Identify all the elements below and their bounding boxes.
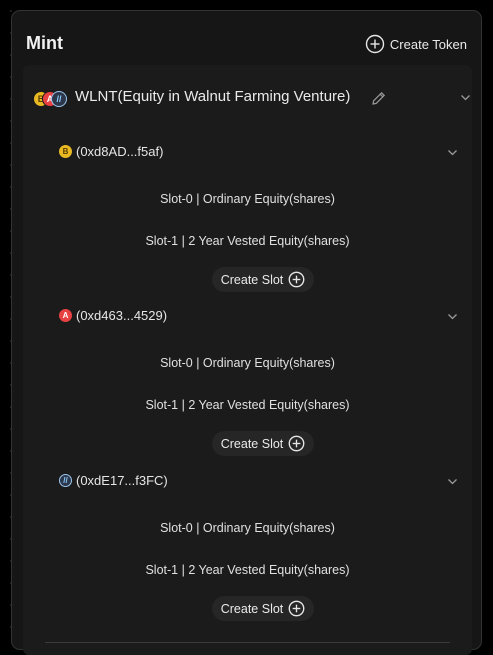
token-chain-logos: B A // (33, 91, 73, 107)
plus-circle-icon (288, 435, 305, 452)
slot-item: Slot-0 | Ordinary Equity(shares) (160, 192, 335, 206)
plus-circle-icon (288, 600, 305, 617)
arbitrum-icon: // (59, 474, 72, 487)
chevron-down-icon[interactable] (460, 92, 471, 103)
create-slot-button[interactable]: Create Slot (212, 596, 314, 621)
chevron-down-icon[interactable] (447, 311, 458, 322)
token-header-row[interactable]: B A // WLNT(Equity in Walnut Farming Ven… (23, 85, 472, 109)
page-title: Mint (26, 33, 63, 53)
plus-circle-icon (365, 34, 385, 54)
pencil-icon[interactable] (370, 90, 387, 107)
avalanche-icon: A (59, 309, 72, 322)
chain-address: (0xdE17...f3FC) (76, 473, 168, 488)
slot-item: Slot-0 | Ordinary Equity(shares) (160, 356, 335, 370)
slot-item: Slot-1 | 2 Year Vested Equity(shares) (145, 234, 350, 248)
create-slot-label: Create Slot (220, 601, 284, 616)
chain-address: (0xd8AD...f5af) (76, 144, 164, 159)
token-card: B A // WLNT(Equity in Walnut Farming Ven… (23, 65, 472, 655)
chain-address-row[interactable]: A (0xd463...4529) (23, 306, 472, 326)
chain-block: // (0xdE17...f3FC) Slot-0 | Ordinary Equ… (23, 471, 472, 631)
token-name: WLNT(Equity in Walnut Farming Venture) (75, 88, 351, 105)
create-token-label: Create Token (389, 36, 467, 52)
chain-block: B (0xd8AD...f5af) Slot-0 | Ordinary Equi… (23, 142, 472, 302)
slot-item: Slot-0 | Ordinary Equity(shares) (160, 521, 335, 535)
chain-address-row[interactable]: B (0xd8AD...f5af) (23, 142, 472, 162)
slot-item: Slot-1 | 2 Year Vested Equity(shares) (145, 563, 350, 577)
mint-panel: Mint Create Token B A // WLNT(Equity in … (11, 10, 482, 655)
slot-item: Slot-1 | 2 Year Vested Equity(shares) (145, 398, 350, 412)
create-slot-button[interactable]: Create Slot (212, 431, 314, 456)
chain-address-row[interactable]: // (0xdE17...f3FC) (23, 471, 472, 491)
bnb-icon: B (59, 145, 72, 158)
panel-header: Mint Create Token (26, 33, 467, 57)
plus-circle-icon (288, 271, 305, 288)
create-token-button[interactable]: Create Token (365, 34, 467, 54)
create-slot-label: Create Slot (220, 272, 284, 287)
divider (45, 642, 450, 643)
arbitrum-icon: // (51, 91, 67, 107)
create-slot-button[interactable]: Create Slot (212, 267, 314, 292)
chain-block: A (0xd463...4529) Slot-0 | Ordinary Equi… (23, 306, 472, 466)
chain-address: (0xd463...4529) (76, 308, 168, 323)
create-slot-label: Create Slot (220, 436, 284, 451)
chevron-down-icon[interactable] (447, 476, 458, 487)
chevron-down-icon[interactable] (447, 147, 458, 158)
